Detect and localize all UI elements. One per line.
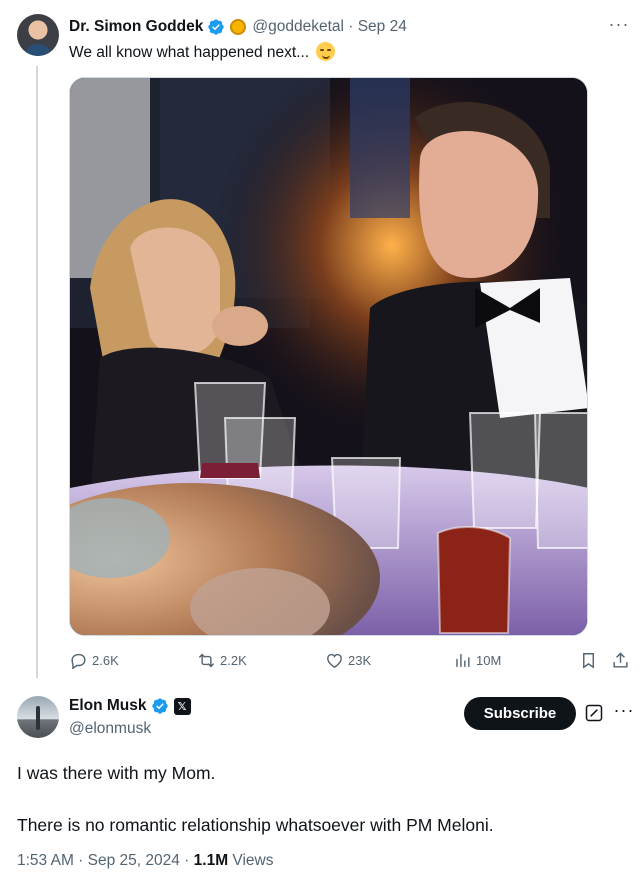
verified-badge-icon [208,19,225,35]
repost-icon [198,653,215,667]
avatar[interactable] [17,696,59,738]
like-button[interactable]: 23K [325,648,371,672]
verified-badge-icon [151,698,168,714]
tweet-header: Elon Musk 𝕏 [69,697,191,715]
tweet-header: Dr. Simon Goddek @goddeketal · Sep 24 [69,16,407,38]
x-affiliate-badge-icon: 𝕏 [173,697,191,715]
tweet-actions: 2.6K 2.2K 23K 10M [69,648,639,672]
subscribe-button[interactable]: Subscribe [464,697,576,730]
reply-count: 2.6K [92,652,119,668]
reply-tweet[interactable]: Dr. Simon Goddek @goddeketal · Sep 24 ··… [0,0,643,690]
tweet-text-line: There is no romantic relationship whatso… [17,815,494,835]
tweet-text-content: We all know what happened next... [69,44,310,61]
affiliate-badge-icon [230,19,247,35]
avatar[interactable] [17,14,59,56]
heart-icon [327,653,342,668]
views-button[interactable]: 10M [453,648,501,672]
grok-icon[interactable] [584,703,604,723]
more-options-button[interactable]: ··· [612,700,636,724]
author-name[interactable]: Elon Musk [69,697,147,715]
tweet-text: I was there with my Mom. There is no rom… [17,761,627,837]
share-button[interactable] [611,648,634,672]
tweet-photo[interactable] [69,77,588,636]
like-count: 23K [348,652,372,668]
share-icon [613,651,628,668]
tweet-text-line: I was there with my Mom. [17,763,216,783]
tweet-text: We all know what happened next... [69,42,336,62]
views-label: Views [228,852,274,869]
reply-button[interactable]: 2.6K [69,648,119,672]
author-name[interactable]: Dr. Simon Goddek [69,18,203,36]
repost-button[interactable]: 2.2K [197,648,247,672]
more-options-button[interactable]: ··· [607,14,631,38]
views-count: 10M [476,652,502,668]
handle[interactable]: @elonmusk [69,720,151,738]
handle-and-time[interactable]: @goddeketal · Sep 24 [252,18,406,36]
timestamp[interactable]: 1:53 AM · Sep 25, 2024 · [17,852,194,869]
tweet-metadata: 1:53 AM · Sep 25, 2024 · 1.1M Views [17,852,273,870]
reply-icon [71,653,86,670]
bookmark-button[interactable] [579,648,602,672]
bookmark-icon [583,652,594,669]
views-count: 1.1M [193,852,229,869]
repost-count: 2.2K [220,652,247,668]
photo-illustration [70,78,587,635]
smirking-face-emoji-icon [316,42,336,61]
analytics-icon [456,653,470,667]
